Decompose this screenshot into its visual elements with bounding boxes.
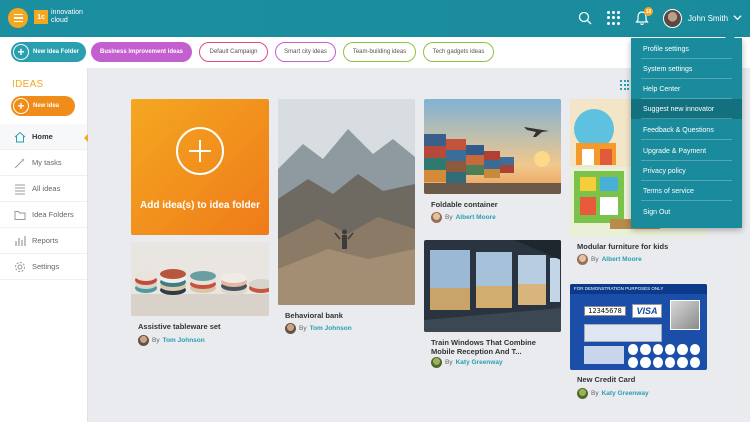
menu-item-upgrade-payment[interactable]: Upgrade & Payment xyxy=(631,141,742,161)
tag-default-campaign[interactable]: Default Campaign xyxy=(199,42,268,62)
logo-mark: 1c xyxy=(34,10,48,24)
idea-image: FOR DEMONSTRATION PURPOSES ONLY 12345678… xyxy=(570,284,707,370)
menu-item-help-center[interactable]: Help Center xyxy=(631,79,742,99)
menu-item-sign-out[interactable]: Sign Out xyxy=(631,202,742,222)
bar-chart-icon xyxy=(15,235,26,246)
idea-title[interactable]: Behavioral bank xyxy=(285,311,343,320)
user-name[interactable]: John Smith xyxy=(688,14,728,23)
logo-text: innovation cloud xyxy=(51,9,83,24)
apps-grid-icon[interactable] xyxy=(607,11,621,25)
sidebar-item-reports[interactable]: Reports xyxy=(0,228,87,254)
idea-author: By Albert Moore xyxy=(431,212,496,223)
tag-smart-city[interactable]: Smart city ideas xyxy=(275,42,336,62)
idea-card-tableware[interactable]: Assistive tableware set By Tom Johnson xyxy=(131,242,269,350)
tag-team-building[interactable]: Team-building ideas xyxy=(343,42,416,62)
card-keypad xyxy=(628,344,700,368)
add-card-label: Add idea(s) to idea folder xyxy=(140,200,261,211)
hologram-icon xyxy=(670,300,700,330)
chevron-down-icon[interactable] xyxy=(733,13,742,22)
idea-card-credit-card[interactable]: FOR DEMONSTRATION PURPOSES ONLY 12345678… xyxy=(570,284,707,402)
user-dropdown-menu: Profile settings System settings Help Ce… xyxy=(631,33,742,228)
author-avatar xyxy=(577,388,588,399)
idea-card-behavioral-bank[interactable]: Behavioral bank By Tom Johnson xyxy=(278,99,415,339)
sidebar: IDEAS + New idea Home My tasks All ideas … xyxy=(0,68,88,422)
tag-business-improvement[interactable]: Business improvement ideas xyxy=(91,42,192,62)
add-idea-to-folder-card[interactable]: Add idea(s) to idea folder xyxy=(131,99,269,235)
idea-author: By Albert Moore xyxy=(577,254,642,265)
idea-title[interactable]: New Credit Card xyxy=(577,375,635,384)
idea-image xyxy=(424,99,561,194)
idea-card-foldable-container[interactable]: Foldable container By Albert Moore xyxy=(424,99,561,227)
tag-tech-gadgets[interactable]: Tech gadgets ideas xyxy=(423,42,494,62)
wand-icon xyxy=(14,157,25,168)
idea-card-train-windows[interactable]: Train Windows That Combine Mobile Recept… xyxy=(424,240,561,370)
idea-image xyxy=(131,242,269,316)
idea-author: By Katy Greenway xyxy=(431,357,503,368)
list-icon xyxy=(15,184,25,194)
sidebar-item-settings[interactable]: Settings xyxy=(0,254,87,280)
home-icon xyxy=(14,131,26,142)
idea-title[interactable]: Assistive tableware set xyxy=(138,322,221,331)
author-avatar xyxy=(138,335,149,346)
idea-title[interactable]: Train Windows That Combine Mobile Recept… xyxy=(431,338,555,356)
idea-author: By Tom Johnson xyxy=(285,323,352,334)
sidebar-item-home[interactable]: Home xyxy=(0,124,88,150)
sidebar-item-my-tasks[interactable]: My tasks xyxy=(0,150,87,176)
new-idea-folder-button[interactable]: + New Idea Folder xyxy=(11,42,86,62)
menu-icon[interactable] xyxy=(8,8,28,28)
card-banner: FOR DEMONSTRATION PURPOSES ONLY xyxy=(570,284,707,294)
sidebar-item-all-ideas[interactable]: All ideas xyxy=(0,176,87,202)
user-avatar[interactable] xyxy=(663,9,682,28)
idea-image xyxy=(278,99,415,305)
visa-logo: VISA xyxy=(632,304,662,318)
top-header: 1c innovation cloud 18 John Smith xyxy=(0,0,750,37)
author-avatar xyxy=(431,212,442,223)
menu-item-suggest-innovator[interactable]: Suggest new innovator xyxy=(631,99,742,119)
gear-icon xyxy=(15,261,25,272)
menu-item-profile-settings[interactable]: Profile settings xyxy=(631,39,742,59)
plus-circle-icon xyxy=(176,127,224,175)
idea-title[interactable]: Foldable container xyxy=(431,200,498,209)
plus-icon: + xyxy=(13,44,29,60)
author-avatar xyxy=(285,323,296,334)
card-number: 12345678 xyxy=(584,306,626,316)
author-avatar xyxy=(577,254,588,265)
search-icon[interactable] xyxy=(578,11,592,25)
menu-item-feedback[interactable]: Feedback & Questions xyxy=(631,120,742,140)
author-avatar xyxy=(431,357,442,368)
idea-author: By Katy Greenway xyxy=(577,388,649,399)
idea-title[interactable]: Modular furniture for kids xyxy=(577,242,668,251)
sidebar-item-idea-folders[interactable]: Idea Folders xyxy=(0,202,87,228)
menu-item-privacy-policy[interactable]: Privacy policy xyxy=(631,161,742,181)
new-idea-button[interactable]: + New idea xyxy=(11,96,75,116)
notification-badge: 18 xyxy=(644,7,653,16)
idea-image xyxy=(424,240,561,332)
menu-item-system-settings[interactable]: System settings xyxy=(631,59,742,79)
grid-view-icon[interactable] xyxy=(620,80,630,90)
folder-icon xyxy=(14,210,26,220)
menu-item-terms-of-service[interactable]: Terms of service xyxy=(631,181,742,201)
idea-author: By Tom Johnson xyxy=(138,335,205,346)
plus-icon: + xyxy=(13,98,29,114)
sidebar-title: IDEAS xyxy=(12,79,44,90)
